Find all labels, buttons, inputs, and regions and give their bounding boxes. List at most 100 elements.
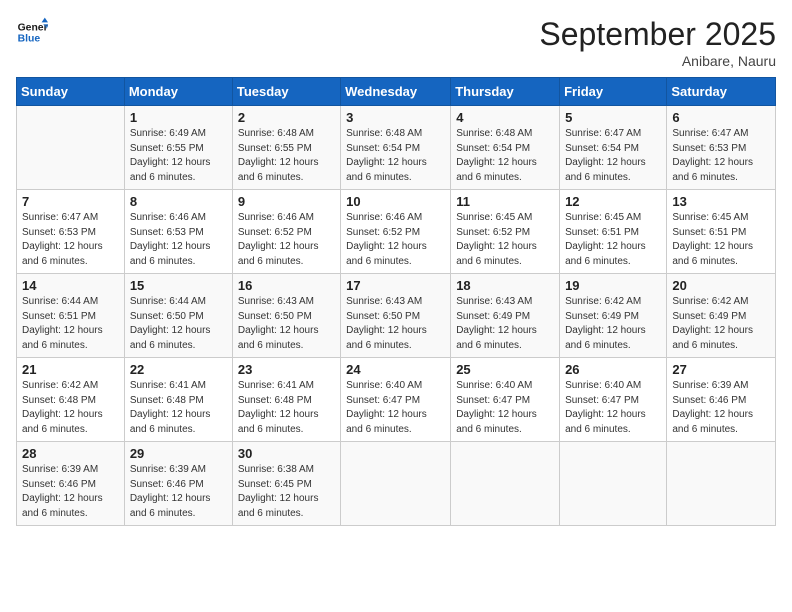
day-number: 20 — [672, 278, 770, 293]
day-number: 7 — [22, 194, 119, 209]
calendar-cell: 7 Sunrise: 6:47 AM Sunset: 6:53 PM Daylig… — [17, 190, 125, 274]
calendar-cell: 16Sunrise: 6:43 AM Sunset: 6:50 PM Dayli… — [232, 274, 340, 358]
week-row-2: 7 Sunrise: 6:47 AM Sunset: 6:53 PM Daylig… — [17, 190, 776, 274]
cell-info: Sunrise: 6:46 AM Sunset: 6:52 PM Dayligh… — [346, 211, 445, 269]
day-number: 18 — [456, 278, 554, 293]
logo-icon: General Blue — [16, 16, 48, 48]
calendar-cell: 22Sunrise: 6:41 AM Sunset: 6:48 PM Dayli… — [124, 358, 232, 442]
calendar-cell: 25 Sunrise: 6:40 AM Sunset: 6:47 PM Dayli… — [451, 358, 560, 442]
calendar-cell: 5 Sunrise: 6:47 AM Sunset: 6:54 PM Daylig… — [560, 106, 667, 190]
col-header-thursday: Thursday — [451, 78, 560, 106]
cell-info: Sunrise: 6:48 AM Sunset: 6:54 PM Dayligh… — [456, 127, 554, 185]
calendar-cell: 17Sunrise: 6:43 AM Sunset: 6:50 PM Dayli… — [341, 274, 451, 358]
calendar-cell: 1 Sunrise: 6:49 AM Sunset: 6:55 PM Daylig… — [124, 106, 232, 190]
calendar-cell: 9Sunrise: 6:46 AM Sunset: 6:52 PM Daylig… — [232, 190, 340, 274]
day-number: 25 — [456, 362, 554, 377]
calendar-cell — [451, 442, 560, 526]
cell-info: Sunrise: 6:47 AM Sunset: 6:53 PM Dayligh… — [22, 211, 119, 269]
location: Anibare, Nauru — [539, 53, 776, 69]
cell-info: Sunrise: 6:44 AM Sunset: 6:51 PM Dayligh… — [22, 295, 119, 353]
cell-info: Sunrise: 6:45 AM Sunset: 6:51 PM Dayligh… — [672, 211, 770, 269]
calendar-cell — [341, 442, 451, 526]
day-number: 19 — [565, 278, 661, 293]
day-number: 4 — [456, 110, 554, 125]
calendar-cell: 26Sunrise: 6:40 AM Sunset: 6:47 PM Dayli… — [560, 358, 667, 442]
calendar-table: SundayMondayTuesdayWednesdayThursdayFrid… — [16, 77, 776, 526]
calendar-cell: 21 Sunrise: 6:42 AM Sunset: 6:48 PM Dayli… — [17, 358, 125, 442]
cell-info: Sunrise: 6:42 AM Sunset: 6:49 PM Dayligh… — [672, 295, 770, 353]
cell-info: Sunrise: 6:46 AM Sunset: 6:52 PM Dayligh… — [238, 211, 335, 269]
cell-info: Sunrise: 6:49 AM Sunset: 6:55 PM Dayligh… — [130, 127, 227, 185]
day-number: 28 — [22, 446, 119, 461]
cell-info: Sunrise: 6:40 AM Sunset: 6:47 PM Dayligh… — [346, 379, 445, 437]
calendar-cell — [667, 442, 776, 526]
day-number: 5 — [565, 110, 661, 125]
calendar-cell: 10 Sunrise: 6:46 AM Sunset: 6:52 PM Dayli… — [341, 190, 451, 274]
calendar-cell: 13 Sunrise: 6:45 AM Sunset: 6:51 PM Dayli… — [667, 190, 776, 274]
calendar-cell: 27Sunrise: 6:39 AM Sunset: 6:46 PM Dayli… — [667, 358, 776, 442]
cell-info: Sunrise: 6:40 AM Sunset: 6:47 PM Dayligh… — [456, 379, 554, 437]
logo: General Blue — [16, 16, 48, 48]
calendar-cell: 20 Sunrise: 6:42 AM Sunset: 6:49 PM Dayli… — [667, 274, 776, 358]
cell-info: Sunrise: 6:48 AM Sunset: 6:54 PM Dayligh… — [346, 127, 445, 185]
week-row-4: 21 Sunrise: 6:42 AM Sunset: 6:48 PM Dayli… — [17, 358, 776, 442]
calendar-cell: 3 Sunrise: 6:48 AM Sunset: 6:54 PM Daylig… — [341, 106, 451, 190]
month-title: September 2025 — [539, 16, 776, 53]
day-number: 22 — [130, 362, 227, 377]
cell-info: Sunrise: 6:44 AM Sunset: 6:50 PM Dayligh… — [130, 295, 227, 353]
week-row-5: 28 Sunrise: 6:39 AM Sunset: 6:46 PM Dayli… — [17, 442, 776, 526]
cell-info: Sunrise: 6:43 AM Sunset: 6:50 PM Dayligh… — [238, 295, 335, 353]
calendar-cell: 28 Sunrise: 6:39 AM Sunset: 6:46 PM Dayli… — [17, 442, 125, 526]
calendar-cell: 24Sunrise: 6:40 AM Sunset: 6:47 PM Dayli… — [341, 358, 451, 442]
week-row-1: 1 Sunrise: 6:49 AM Sunset: 6:55 PM Daylig… — [17, 106, 776, 190]
day-number: 29 — [130, 446, 227, 461]
cell-info: Sunrise: 6:42 AM Sunset: 6:48 PM Dayligh… — [22, 379, 119, 437]
calendar-cell — [17, 106, 125, 190]
day-number: 27 — [672, 362, 770, 377]
col-header-friday: Friday — [560, 78, 667, 106]
day-number: 11 — [456, 194, 554, 209]
calendar-cell: 4 Sunrise: 6:48 AM Sunset: 6:54 PM Daylig… — [451, 106, 560, 190]
col-header-tuesday: Tuesday — [232, 78, 340, 106]
col-header-monday: Monday — [124, 78, 232, 106]
col-header-sunday: Sunday — [17, 78, 125, 106]
cell-info: Sunrise: 6:45 AM Sunset: 6:52 PM Dayligh… — [456, 211, 554, 269]
week-row-3: 14 Sunrise: 6:44 AM Sunset: 6:51 PM Dayli… — [17, 274, 776, 358]
calendar-cell: 29Sunrise: 6:39 AM Sunset: 6:46 PM Dayli… — [124, 442, 232, 526]
day-number: 12 — [565, 194, 661, 209]
calendar-cell: 14 Sunrise: 6:44 AM Sunset: 6:51 PM Dayli… — [17, 274, 125, 358]
calendar-cell: 30 Sunrise: 6:38 AM Sunset: 6:45 PM Dayli… — [232, 442, 340, 526]
cell-info: Sunrise: 6:42 AM Sunset: 6:49 PM Dayligh… — [565, 295, 661, 353]
col-header-wednesday: Wednesday — [341, 78, 451, 106]
cell-info: Sunrise: 6:38 AM Sunset: 6:45 PM Dayligh… — [238, 463, 335, 521]
day-number: 21 — [22, 362, 119, 377]
day-number: 26 — [565, 362, 661, 377]
day-number: 10 — [346, 194, 445, 209]
cell-info: Sunrise: 6:46 AM Sunset: 6:53 PM Dayligh… — [130, 211, 227, 269]
cell-info: Sunrise: 6:43 AM Sunset: 6:49 PM Dayligh… — [456, 295, 554, 353]
calendar-cell: 2 Sunrise: 6:48 AM Sunset: 6:55 PM Daylig… — [232, 106, 340, 190]
day-number: 30 — [238, 446, 335, 461]
cell-info: Sunrise: 6:47 AM Sunset: 6:54 PM Dayligh… — [565, 127, 661, 185]
cell-info: Sunrise: 6:45 AM Sunset: 6:51 PM Dayligh… — [565, 211, 661, 269]
day-number: 1 — [130, 110, 227, 125]
calendar-cell: 18 Sunrise: 6:43 AM Sunset: 6:49 PM Dayli… — [451, 274, 560, 358]
header-row: SundayMondayTuesdayWednesdayThursdayFrid… — [17, 78, 776, 106]
cell-info: Sunrise: 6:48 AM Sunset: 6:55 PM Dayligh… — [238, 127, 335, 185]
day-number: 2 — [238, 110, 335, 125]
calendar-cell: 23 Sunrise: 6:41 AM Sunset: 6:48 PM Dayli… — [232, 358, 340, 442]
day-number: 13 — [672, 194, 770, 209]
cell-info: Sunrise: 6:41 AM Sunset: 6:48 PM Dayligh… — [238, 379, 335, 437]
calendar-cell — [560, 442, 667, 526]
cell-info: Sunrise: 6:39 AM Sunset: 6:46 PM Dayligh… — [22, 463, 119, 521]
day-number: 3 — [346, 110, 445, 125]
calendar-cell: 11 Sunrise: 6:45 AM Sunset: 6:52 PM Dayli… — [451, 190, 560, 274]
calendar-cell: 12 Sunrise: 6:45 AM Sunset: 6:51 PM Dayli… — [560, 190, 667, 274]
day-number: 14 — [22, 278, 119, 293]
cell-info: Sunrise: 6:47 AM Sunset: 6:53 PM Dayligh… — [672, 127, 770, 185]
calendar-cell: 6Sunrise: 6:47 AM Sunset: 6:53 PM Daylig… — [667, 106, 776, 190]
svg-text:Blue: Blue — [18, 34, 41, 45]
day-number: 23 — [238, 362, 335, 377]
title-area: September 2025 Anibare, Nauru — [539, 16, 776, 69]
cell-info: Sunrise: 6:43 AM Sunset: 6:50 PM Dayligh… — [346, 295, 445, 353]
